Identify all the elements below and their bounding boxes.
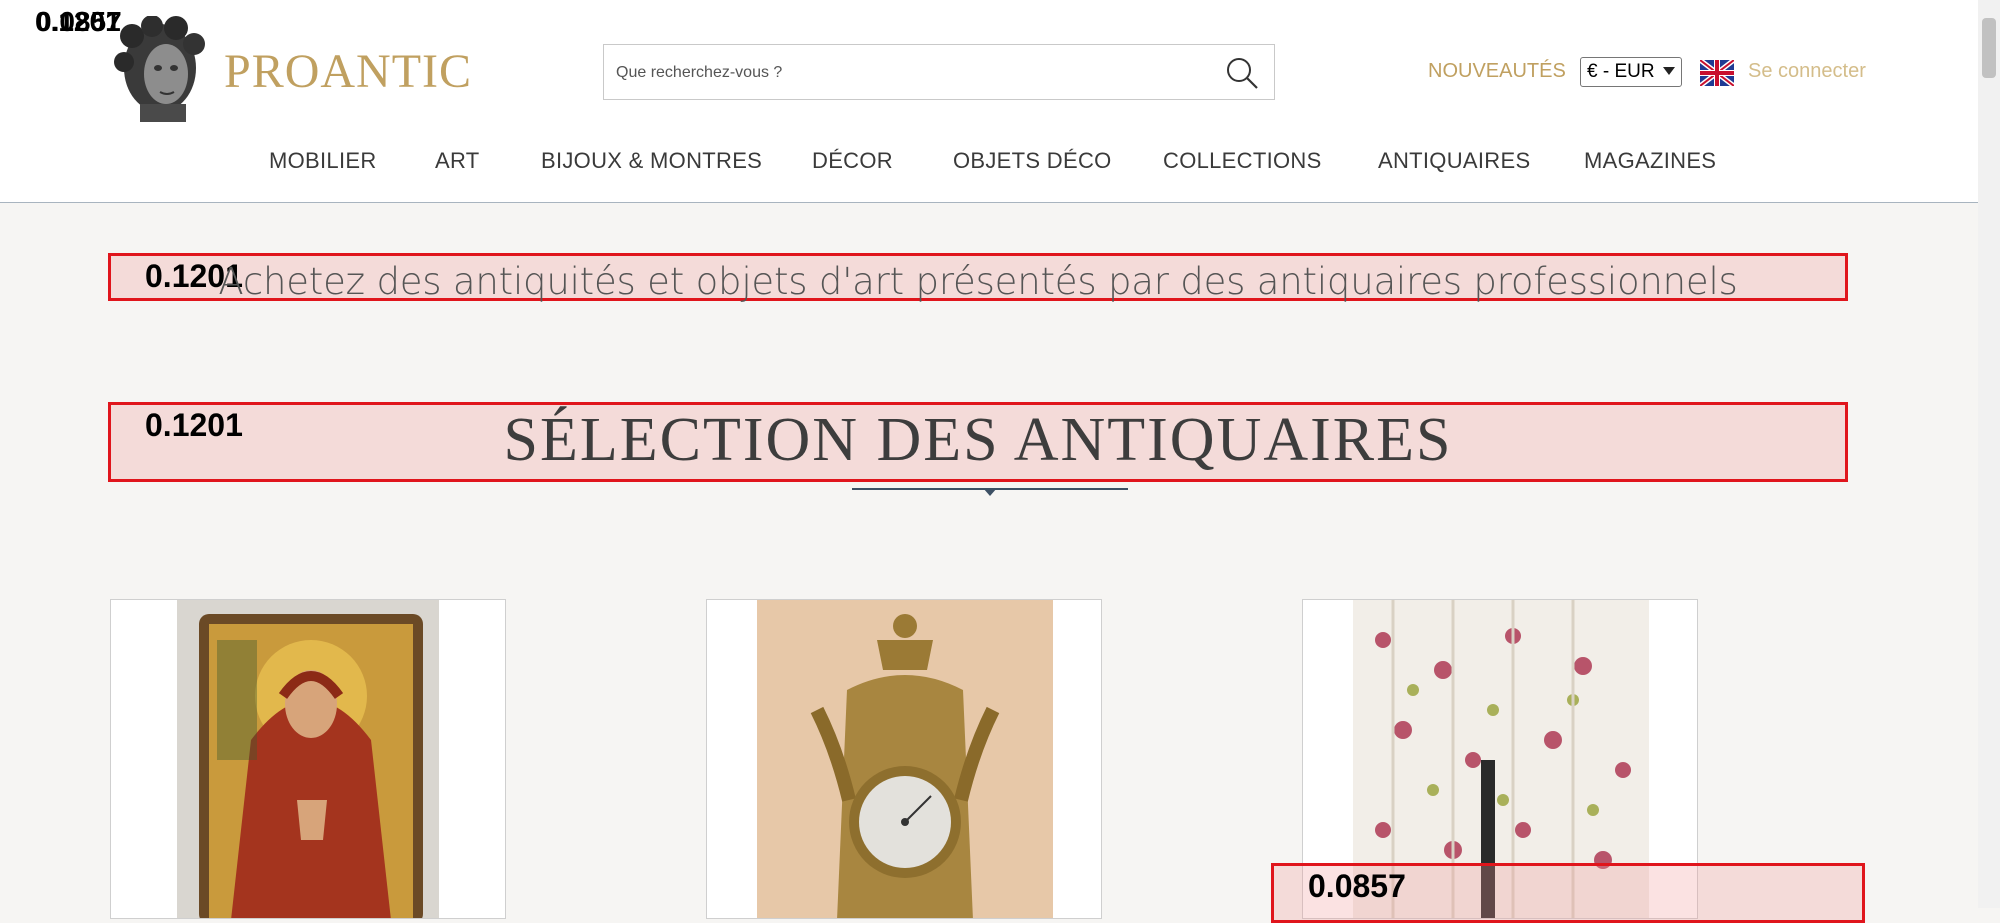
- scrollbar-thumb[interactable]: [1982, 18, 1996, 78]
- main-nav: MOBILIER ART BIJOUX & MONTRES DÉCOR OBJE…: [0, 148, 1978, 180]
- nav-item-mobilier[interactable]: MOBILIER: [269, 148, 377, 174]
- logo-score: 0.0857: [36, 6, 122, 37]
- barometer-image: [757, 600, 1053, 918]
- bottom-score: 0.0857: [1308, 868, 1406, 904]
- section-title: SÉLECTION DES ANTIQUAIRES: [503, 406, 1453, 474]
- section-divider-arrow: [983, 488, 997, 496]
- nouveautes-link[interactable]: NOUVEAUTÉS: [1428, 60, 1566, 83]
- logo-bust-icon[interactable]: [110, 16, 210, 122]
- nav-item-art[interactable]: ART: [435, 148, 480, 174]
- product-card-icon-painting[interactable]: [110, 599, 506, 919]
- currency-select[interactable]: € - EUR: [1580, 57, 1682, 87]
- nav-item-bijoux-montres[interactable]: BIJOUX & MONTRES: [541, 148, 762, 174]
- tagline: Achetez des antiquités et objets d'art p…: [218, 260, 1738, 303]
- nav-item-magazines[interactable]: MAGAZINES: [1584, 148, 1716, 174]
- nav-item-decor[interactable]: DÉCOR: [812, 148, 893, 174]
- uk-flag-icon[interactable]: [1700, 60, 1734, 86]
- nav-item-collections[interactable]: COLLECTIONS: [1163, 148, 1322, 174]
- logo-text[interactable]: PROANTIC: [224, 44, 472, 99]
- nav-item-objets-deco[interactable]: OBJETS DÉCO: [953, 148, 1112, 174]
- search-input[interactable]: [614, 45, 1208, 101]
- page-scrollbar[interactable]: [1978, 0, 2000, 908]
- icon-painting-image: [177, 600, 439, 918]
- currency-value: € - EUR: [1587, 61, 1655, 82]
- section-title-highlight: 0.1201 SÉLECTION DES ANTIQUAIRES: [108, 402, 1848, 482]
- chevron-down-icon: [1663, 67, 1675, 75]
- tagline-highlight: 0.1201 Achetez des antiquités et objets …: [108, 253, 1848, 303]
- login-link[interactable]: Se connecter: [1748, 60, 1866, 83]
- nav-item-antiquaires[interactable]: ANTIQUAIRES: [1378, 148, 1530, 174]
- site-header: 0.1201 0.0857 PROANTIC NOUVEAUTÉS € - EU…: [0, 0, 1978, 203]
- search-box: [603, 44, 1275, 101]
- search-icon[interactable]: [1224, 55, 1260, 91]
- product-card-barometer[interactable]: [706, 599, 1102, 919]
- bottom-highlight: 0.0857: [1271, 863, 1865, 923]
